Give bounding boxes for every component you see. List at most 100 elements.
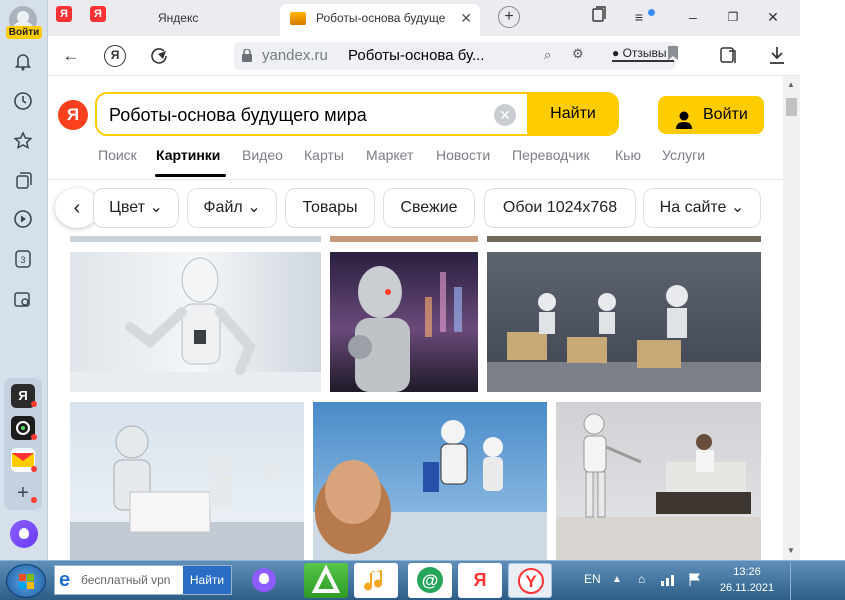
search-input[interactable]: Роботы-основа будущего мира xyxy=(109,105,367,126)
notification-dot xyxy=(31,466,37,472)
counter-icon[interactable]: 3 xyxy=(12,248,34,270)
filter-color-label: Цвет xyxy=(109,199,145,216)
service-uslugi[interactable]: Услуги xyxy=(662,147,705,163)
image-robot-thinking-city[interactable] xyxy=(330,252,478,392)
taskbar-search-button[interactable]: Найти xyxy=(183,566,231,594)
service-market[interactable]: Маркет xyxy=(366,147,413,163)
update-dot xyxy=(648,9,655,16)
image-thumbnail[interactable] xyxy=(70,236,321,242)
address-domain: yandex.ru xyxy=(262,47,328,64)
filter-site-label: На сайте xyxy=(659,199,727,216)
history-icon[interactable] xyxy=(12,90,34,112)
tab-yandex[interactable]: Яндекс xyxy=(158,4,198,32)
yandex-browser-active-icon[interactable]: Y xyxy=(508,563,552,598)
screenshot-camera-icon[interactable] xyxy=(12,288,34,310)
active-service-underline xyxy=(155,174,226,177)
login-button[interactable]: Войти xyxy=(658,96,764,134)
address-page-title: Роботы-основа бу... xyxy=(348,47,485,64)
signal-bars-icon[interactable] xyxy=(660,572,678,586)
taskbar-search[interactable]: e бесплатный vpn Найти xyxy=(54,565,232,595)
service-search[interactable]: Поиск xyxy=(98,147,137,163)
back-arrow-icon[interactable]: ← xyxy=(60,45,82,67)
bookmarks-star-icon[interactable] xyxy=(12,130,34,152)
service-q[interactable]: Кью xyxy=(615,147,641,163)
music-app-icon[interactable] xyxy=(354,563,398,598)
clock-date[interactable]: 26.11.2021 xyxy=(715,582,779,594)
vpn-app-icon[interactable] xyxy=(304,563,348,598)
taskbar-search-input[interactable]: бесплатный vpn xyxy=(81,573,170,587)
new-tab-button[interactable]: + xyxy=(498,6,520,28)
alice-taskbar-icon[interactable] xyxy=(242,563,286,598)
image-tab-icon xyxy=(290,12,306,25)
yandex-logo[interactable]: Я xyxy=(58,100,88,130)
bell-icon[interactable] xyxy=(12,50,34,72)
scroll-down-icon[interactable]: ▼ xyxy=(787,546,795,555)
desktop-background xyxy=(800,0,845,560)
tab-favicon-yandex-1[interactable]: Я xyxy=(56,6,72,22)
image-robot-cleaning-room[interactable] xyxy=(556,402,761,560)
image-robots-boxes-line[interactable] xyxy=(487,252,761,392)
tray-expand-icon[interactable]: ▲ xyxy=(612,574,622,585)
tab-close-icon[interactable]: ✕ xyxy=(460,4,472,32)
tray-device-icon[interactable]: ⌂ xyxy=(638,572,645,586)
alice-assistant-icon[interactable] xyxy=(10,520,38,548)
tab-title: Роботы-основа будуще xyxy=(316,11,446,25)
page-scrollbar[interactable]: ▲ ▼ xyxy=(783,76,800,560)
filter-file[interactable]: Файл ⌄ xyxy=(187,188,277,228)
extensions-badge-icon[interactable]: ⚙ xyxy=(572,46,584,62)
menu-icon[interactable]: ≡ xyxy=(628,6,650,28)
video-play-icon[interactable] xyxy=(12,208,34,230)
clock-time[interactable]: 13:26 xyxy=(725,566,769,578)
bookmarks-window-icon[interactable] xyxy=(588,6,610,28)
start-button[interactable] xyxy=(6,564,46,598)
image-thumbnail[interactable] xyxy=(487,236,761,242)
show-desktop-button[interactable] xyxy=(790,562,802,600)
close-window-icon[interactable]: ✕ xyxy=(762,6,784,28)
address-bar[interactable]: yandex.ru Роботы-основа бу... ⌕ ⚙ ● Отзы… xyxy=(234,42,676,70)
filter-site[interactable]: На сайте ⌄ xyxy=(643,188,761,228)
search-button[interactable]: Найти xyxy=(527,94,617,134)
user-icon xyxy=(676,106,692,129)
email-app-icon[interactable]: @ xyxy=(408,563,452,598)
address-toolbar: ← Я yandex.ru Роботы-основа бу... ⌕ ⚙ ● … xyxy=(48,36,800,76)
flag-icon[interactable] xyxy=(688,572,702,586)
service-translate[interactable]: Переводчик xyxy=(512,147,590,163)
image-thumbnail[interactable] xyxy=(330,236,478,242)
filter-fresh[interactable]: Свежие xyxy=(383,188,475,228)
page-content: Я Роботы-основа будущего мира ✕ Найти Во… xyxy=(48,76,783,560)
scrollbar-thumb[interactable] xyxy=(786,98,797,116)
reading-list-icon[interactable] xyxy=(718,45,740,67)
service-news[interactable]: Новости xyxy=(436,147,490,163)
bookmark-flag-icon[interactable] xyxy=(662,45,684,67)
notification-dot xyxy=(31,497,37,503)
chevron-down-icon: ⌄ xyxy=(149,199,163,216)
image-robots-white-boxes[interactable] xyxy=(70,402,304,560)
filter-wallpaper[interactable]: Обои 1024x768 xyxy=(484,188,636,228)
yandex-home-icon[interactable]: Я xyxy=(104,45,126,67)
filter-goods[interactable]: Товары xyxy=(285,188,375,228)
minimize-icon[interactable]: – xyxy=(682,6,704,28)
notification-dot xyxy=(31,401,37,407)
clear-search-icon[interactable]: ✕ xyxy=(494,104,516,126)
scroll-up-icon[interactable]: ▲ xyxy=(787,80,795,89)
tab-strip: Я Я Яндекс Роботы-основа будуще ✕ + ≡ – … xyxy=(48,0,800,36)
restore-icon[interactable]: ❐ xyxy=(722,6,744,28)
filter-color[interactable]: Цвет ⌄ xyxy=(93,188,179,228)
svg-text:@: @ xyxy=(422,571,439,590)
sidebar-app-counter: 3 xyxy=(20,255,25,265)
search-box: Роботы-основа будущего мира ✕ Найти xyxy=(95,92,619,136)
sidebar-login-badge[interactable]: Войти xyxy=(6,26,42,39)
image-robot-at-desk[interactable] xyxy=(70,252,321,392)
zoom-icon[interactable]: ⌕ xyxy=(544,47,551,63)
service-maps[interactable]: Карты xyxy=(304,147,344,163)
tab-favicon-yandex-2[interactable]: Я xyxy=(90,6,106,22)
yandex-browser-taskbar-icon[interactable]: Я xyxy=(458,563,502,598)
service-video[interactable]: Видео xyxy=(242,147,283,163)
collections-icon[interactable] xyxy=(12,170,34,192)
service-images[interactable]: Картинки xyxy=(156,147,220,163)
tab-active-robots[interactable]: Роботы-основа будуще ✕ xyxy=(280,4,480,36)
language-indicator[interactable]: EN xyxy=(584,572,601,586)
download-sync-icon[interactable] xyxy=(148,45,170,67)
downloads-icon[interactable] xyxy=(766,45,788,67)
image-child-toy-robots[interactable] xyxy=(313,402,547,560)
